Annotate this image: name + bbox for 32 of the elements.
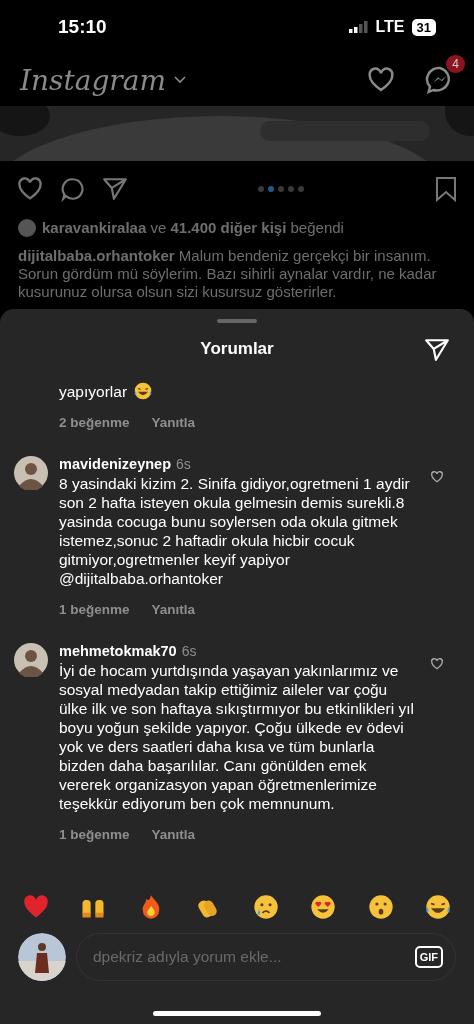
likes-count[interactable]: 1 beğenme (59, 602, 130, 617)
comment-text: yapıyorlar (59, 381, 128, 401)
post-caption: dijitalbaba.orhantoker Malum bendeniz gerçekçi bir insanım. Sorun gördüm mü söylerim. Bazı sihirli aynalar vardır, ne kadar kusurunuz olursa olsun sizi kusursuz gösterirler. (17, 247, 438, 301)
clock: 15:10 (58, 16, 107, 38)
comment-text: İyi de hocam yurtdışında yaşayan yakınlarımız ve sosyal medyadan takip ettiğimiz aileler var çoğu ülke ilk ve son haftaya sıkıştırmıyor bu etkinlikleri yıl boyu yoğun şekilde yapıyor. Çoğu ülkede ev ödevi yok ve ders saatleri daha kısa ve tüm bunlarla bizden daha başarılılar. Canı gönülden emek vererek organizasyon yapan öğretmenlerimize teşekkür ediyorum ben çok memnunum. (59, 661, 415, 813)
like-icon[interactable] (430, 657, 444, 671)
reply-link[interactable]: Yanıtla (151, 602, 196, 617)
comment-time: 6s (181, 643, 197, 659)
bookmark-icon[interactable] (434, 176, 458, 202)
notification-badge: 4 (446, 55, 465, 73)
avatar[interactable] (18, 933, 66, 981)
signal-icon (348, 21, 369, 33)
comment-text: 8 yasindaki kizim 2. Sinifa gidiyor,ogretmeni 1 aydir son 2 hafta isteyen okula gelmesin demis surekli.8 yasinda cocuga bunu soylersen oda okula gitmek istemez,sonuc 2 haftadir okula hicbir cocuk gitmiyor,ogretmenler keyif yapiyor @dijitalbaba.orhantoker (59, 474, 411, 588)
network-label: LTE (375, 18, 405, 36)
battery-level: 31 (411, 18, 436, 36)
comment-time: 6s (176, 456, 191, 472)
share-icon[interactable] (424, 337, 450, 363)
chevron-icon[interactable] (173, 76, 186, 84)
likes-count[interactable]: 2 beğenme (59, 415, 130, 430)
username[interactable]: mavidenizeynep (59, 456, 171, 472)
username[interactable]: mehmetokmak70 (59, 643, 177, 659)
avatar[interactable] (14, 456, 48, 490)
reply-link[interactable]: Yanıtla (151, 415, 196, 430)
sheet-title: Yorumlar (200, 339, 274, 359)
likes-text: karavankiralaa ve 41.400 diğer kişi beğendi (42, 219, 344, 237)
app-logo[interactable]: Instagram (20, 63, 166, 97)
avatar[interactable] (14, 643, 48, 677)
reply-link[interactable]: Yanıtla (151, 827, 196, 842)
gif-button[interactable]: GIF (414, 946, 443, 968)
comment-icon[interactable] (60, 176, 86, 202)
likes-count[interactable]: 1 beğenme (59, 827, 130, 842)
like-icon[interactable] (430, 470, 444, 484)
